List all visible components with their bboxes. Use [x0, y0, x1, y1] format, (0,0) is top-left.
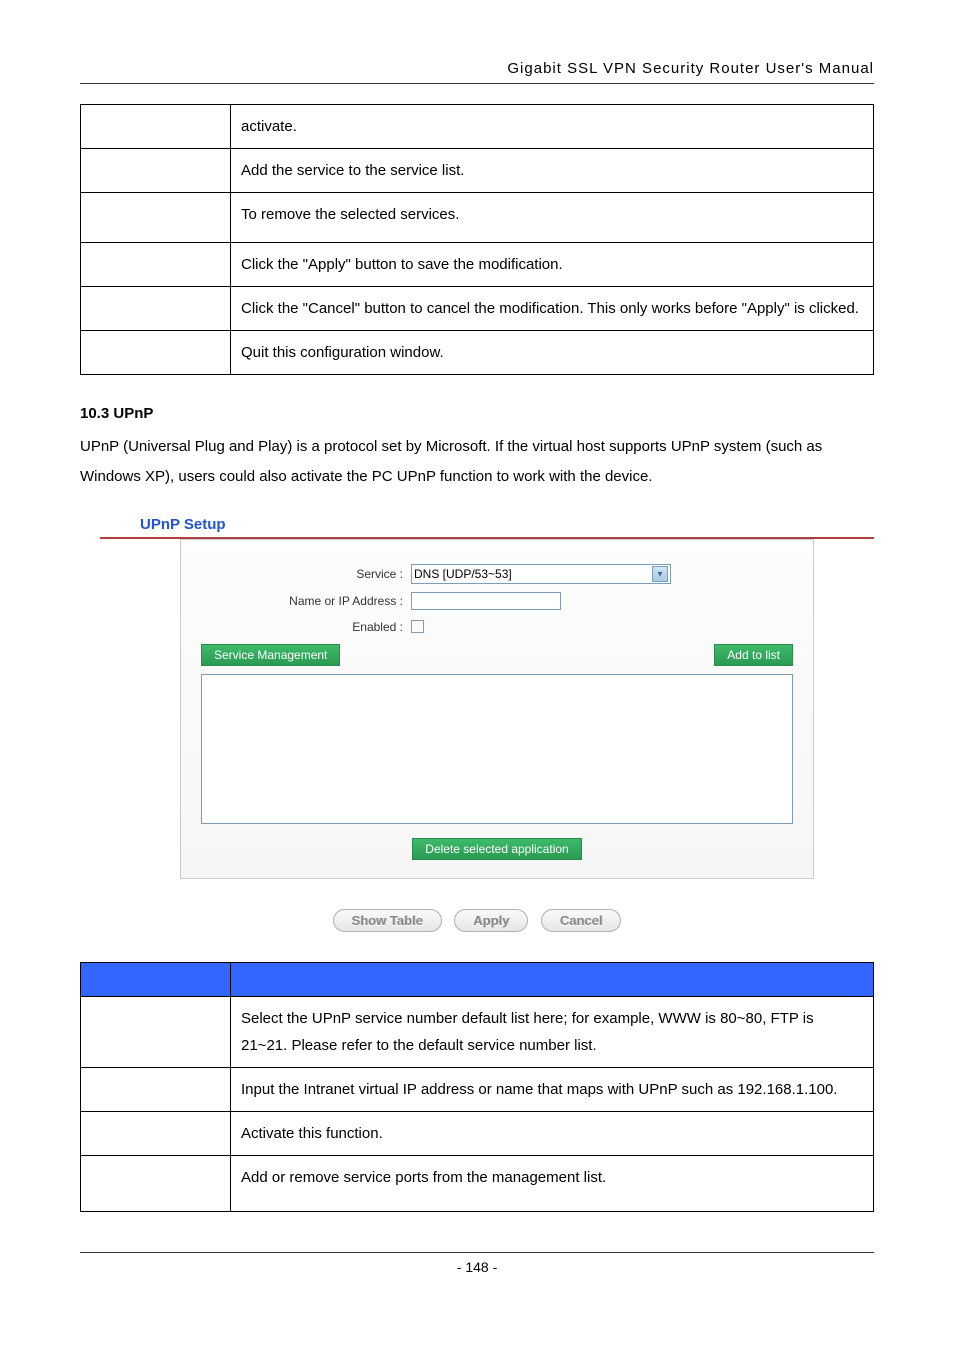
- add-to-list-button[interactable]: Add to list: [714, 644, 793, 666]
- delete-selected-button[interactable]: Delete selected application: [412, 838, 581, 860]
- table-row: Click the "Cancel" button to cancel the …: [81, 287, 874, 331]
- row-label: [81, 149, 231, 193]
- service-label: Service :: [201, 567, 411, 581]
- table-row: activate.: [81, 105, 874, 149]
- row-desc: Input the Intranet virtual IP address or…: [231, 1068, 874, 1112]
- table-row: Add the service to the service list.: [81, 149, 874, 193]
- description-table-2: Select the UPnP service number default l…: [80, 962, 874, 1212]
- service-listbox[interactable]: [201, 674, 793, 824]
- row-label: [81, 1068, 231, 1112]
- table-row: Quit this configuration window.: [81, 331, 874, 375]
- table-row: Select the UPnP service number default l…: [81, 997, 874, 1068]
- row-desc: Add the service to the service list.: [231, 149, 874, 193]
- enabled-checkbox[interactable]: [411, 620, 424, 633]
- row-desc: Quit this configuration window.: [231, 331, 874, 375]
- upnp-setup-heading: UPnP Setup: [100, 512, 874, 539]
- row-label: [81, 1156, 231, 1212]
- row-label: [81, 997, 231, 1068]
- show-table-button[interactable]: Show Table: [333, 909, 442, 932]
- row-label: [81, 1112, 231, 1156]
- row-label: [81, 287, 231, 331]
- row-label: [81, 193, 231, 243]
- row-desc: Select the UPnP service number default l…: [231, 997, 874, 1068]
- bottom-button-row: Show Table Apply Cancel: [80, 909, 874, 932]
- section-heading: 10.3 UPnP: [80, 405, 874, 422]
- upnp-config-panel: Service : DNS [UDP/53~53] ▾ Name or IP A…: [180, 539, 814, 879]
- row-label: [81, 105, 231, 149]
- paragraph-upnp-intro: UPnP (Universal Plug and Play) is a prot…: [80, 432, 874, 492]
- table-row: Activate this function.: [81, 1112, 874, 1156]
- table-row: Input the Intranet virtual IP address or…: [81, 1068, 874, 1112]
- name-ip-label: Name or IP Address :: [201, 594, 411, 608]
- description-table-1: activate. Add the service to the service…: [80, 104, 874, 375]
- table-row: Click the "Apply" button to save the mod…: [81, 243, 874, 287]
- row-desc: Add or remove service ports from the man…: [231, 1156, 874, 1212]
- enabled-label: Enabled :: [201, 620, 411, 634]
- page-header: Gigabit SSL VPN Security Router User's M…: [80, 60, 874, 84]
- row-label: [81, 331, 231, 375]
- row-desc: Click the "Cancel" button to cancel the …: [231, 287, 874, 331]
- service-management-button[interactable]: Service Management: [201, 644, 340, 666]
- row-desc: Activate this function.: [231, 1112, 874, 1156]
- service-select[interactable]: DNS [UDP/53~53] ▾: [411, 564, 671, 584]
- apply-button[interactable]: Apply: [454, 909, 528, 932]
- page-footer: - 148 -: [80, 1252, 874, 1275]
- table2-header-right: [231, 963, 874, 997]
- row-label: [81, 243, 231, 287]
- name-ip-input[interactable]: [411, 592, 561, 610]
- row-desc: activate.: [231, 105, 874, 149]
- table-row: To remove the selected services.: [81, 193, 874, 243]
- service-select-value: DNS [UDP/53~53]: [414, 567, 512, 581]
- table2-header-left: [81, 963, 231, 997]
- row-desc: To remove the selected services.: [231, 193, 874, 243]
- row-desc: Click the "Apply" button to save the mod…: [231, 243, 874, 287]
- chevron-down-icon[interactable]: ▾: [652, 566, 668, 582]
- cancel-button[interactable]: Cancel: [541, 909, 622, 932]
- table-row: Add or remove service ports from the man…: [81, 1156, 874, 1212]
